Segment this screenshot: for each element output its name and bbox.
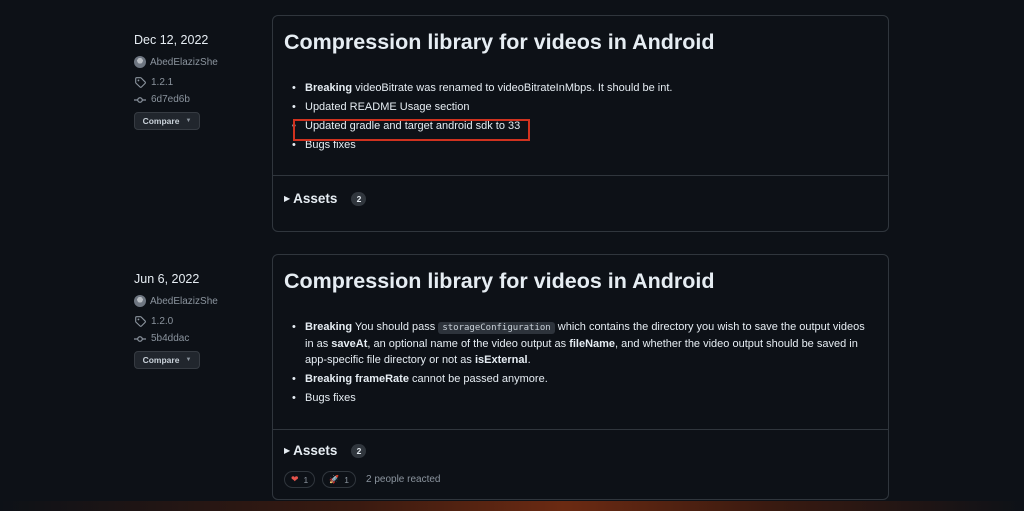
commit-icon (134, 94, 146, 106)
heart-icon: ❤ (291, 474, 299, 484)
reaction-heart-button[interactable]: ❤ 1 (284, 471, 316, 488)
assets-label: Assets (293, 443, 338, 458)
inline-code: storageConfiguration (438, 322, 555, 334)
rocket-icon: 🚀 (329, 475, 340, 484)
assets-toggle[interactable]: ▶ Assets 2 (284, 191, 367, 206)
reactions-summary[interactable]: 2 people reacted (366, 474, 441, 485)
author-name[interactable]: AbedElazizShe (150, 296, 218, 307)
release-meta: Jun 6, 2022 AbedElazizShe 1.2.0 5b4ddac … (134, 254, 264, 369)
release-commit[interactable]: 5b4ddac (134, 330, 264, 347)
commit-sha[interactable]: 5b4ddac (151, 333, 189, 344)
divider (273, 175, 888, 176)
caret-right-icon: ▶ (284, 446, 291, 455)
release-commit[interactable]: 6d7ed6b (134, 91, 264, 108)
release-notes: Breaking You should pass storageConfigur… (285, 319, 876, 409)
release-tag[interactable]: 1.2.1 (134, 74, 264, 91)
tag-icon (134, 316, 146, 328)
release-author[interactable]: AbedElazizShe (134, 54, 264, 70)
tag-name[interactable]: 1.2.0 (151, 316, 173, 327)
list-item: Bugs fixes (285, 390, 876, 406)
list-item: Breaking You should pass storageConfigur… (285, 319, 876, 368)
compare-button[interactable]: Compare ▼ (134, 351, 200, 369)
reaction-count: 1 (344, 474, 349, 485)
list-item: Breaking frameRate cannot be passed anym… (285, 371, 876, 387)
chevron-down-icon: ▼ (185, 357, 192, 363)
commit-sha[interactable]: 6d7ed6b (151, 94, 190, 105)
reactions-bar: ❤ 1 🚀 1 2 people reacted (284, 471, 441, 488)
assets-label: Assets (293, 191, 338, 206)
tag-name[interactable]: 1.2.1 (151, 77, 173, 88)
reaction-rocket-button[interactable]: 🚀 1 (322, 471, 356, 488)
window-bottom-glow (0, 501, 1024, 511)
release-card: Compression library for videos in Androi… (272, 254, 889, 500)
avatar[interactable] (134, 56, 146, 68)
chevron-down-icon: ▼ (185, 118, 192, 124)
commit-icon (134, 333, 146, 345)
release-tag[interactable]: 1.2.0 (134, 313, 264, 330)
tag-icon (134, 77, 146, 89)
assets-count-badge: 2 (351, 443, 367, 458)
compare-label: Compare (142, 116, 180, 126)
compare-label: Compare (142, 355, 180, 365)
divider (273, 429, 888, 430)
list-item: Updated README Usage section (285, 99, 876, 115)
author-name[interactable]: AbedElazizShe (150, 57, 218, 68)
assets-toggle[interactable]: ▶ Assets 2 (284, 443, 367, 458)
list-item: Updated gradle and target android sdk to… (285, 118, 876, 134)
assets-count-badge: 2 (351, 191, 367, 206)
release-meta: Dec 12, 2022 AbedElazizShe 1.2.1 6d7ed6b… (134, 15, 264, 130)
compare-button[interactable]: Compare ▼ (134, 112, 200, 130)
release-title[interactable]: Compression library for videos in Androi… (284, 30, 714, 55)
list-item: Bugs fixes (285, 137, 876, 153)
release-title[interactable]: Compression library for videos in Androi… (284, 269, 714, 294)
release-date: Jun 6, 2022 (134, 272, 200, 286)
avatar[interactable] (134, 295, 146, 307)
release-notes: Breaking videoBitrate was renamed to vid… (285, 80, 876, 156)
release-date: Dec 12, 2022 (134, 33, 209, 47)
caret-right-icon: ▶ (284, 194, 291, 203)
reaction-count: 1 (303, 474, 309, 485)
list-item: Breaking videoBitrate was renamed to vid… (285, 80, 876, 96)
release-author[interactable]: AbedElazizShe (134, 293, 264, 309)
release-card: Compression library for videos in Androi… (272, 15, 889, 232)
